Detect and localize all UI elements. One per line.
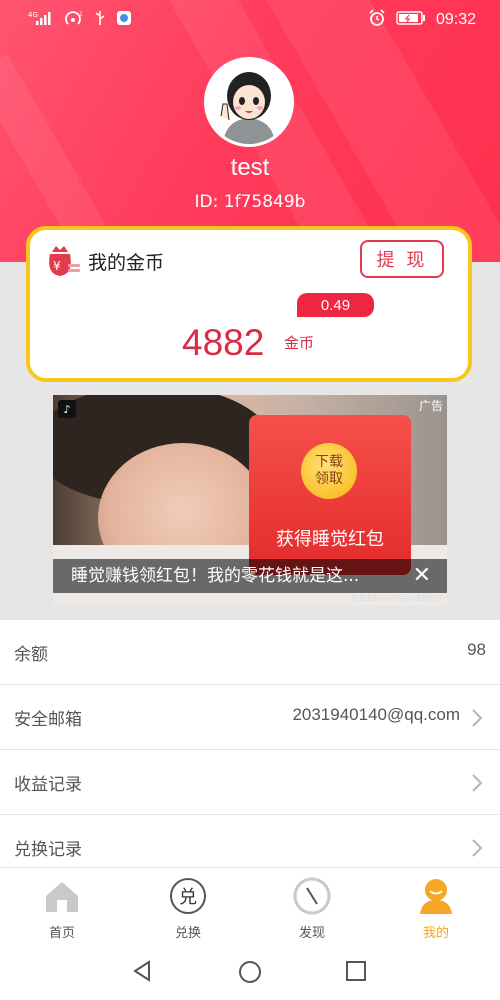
money-bag-icon: ¥ [44, 244, 82, 278]
compass-icon [293, 877, 331, 915]
account-list: 余额 98 安全邮箱 2031940140@qq.com 收益记录 兑换记录 [0, 620, 500, 880]
coin-card-title: 我的金币 [88, 252, 165, 274]
user-id: ID: 1f75849b [194, 192, 306, 212]
home-circle-icon[interactable] [238, 960, 262, 984]
list-item-value: 98 [467, 640, 486, 659]
ad-caption: 睡觉赚钱领红包！我的零花钱就是这... [53, 559, 447, 593]
app-notification-icon [116, 10, 132, 30]
profile-header: 4G 1 09:32 test ID: 1f75849b [0, 0, 500, 262]
alarm-icon [368, 9, 386, 31]
bottom-tab-bar: 首页 兑 兑换 发现 我的 [0, 867, 500, 941]
list-item-label: 余额 [14, 645, 48, 665]
svg-text:¥: ¥ [53, 259, 61, 273]
chevron-right-icon [472, 774, 483, 792]
ad-label: 广告 [418, 399, 443, 413]
red-packet-card[interactable]: 下载 领取 获得睡觉红包 [249, 415, 411, 575]
chevron-right-icon [472, 709, 483, 727]
signal-icon: 4G [28, 10, 54, 30]
tab-label: 我的 [422, 926, 449, 941]
svg-text:4G: 4G [28, 11, 38, 19]
close-icon[interactable]: ✕ [413, 561, 431, 591]
list-item-label: 兑换记录 [14, 840, 82, 860]
system-nav-bar [0, 940, 500, 1000]
list-item-email[interactable]: 安全邮箱 2031940140@qq.com [0, 685, 500, 750]
list-item-label: 安全邮箱 [14, 710, 82, 730]
coin-card: ¥ 我的金币 提 现 0.49 4882 金币 [26, 226, 472, 382]
profile-icon [420, 879, 452, 914]
list-item-balance: 余额 98 [0, 620, 500, 685]
tiktok-logo-icon: ♪ [58, 400, 76, 418]
coin-text-line2: 领取 [315, 471, 343, 487]
list-item-value: 2031940140@qq.com [292, 705, 460, 724]
tab-profile[interactable]: 我的 [396, 876, 476, 941]
battery-icon [396, 10, 426, 30]
username: test [230, 154, 270, 181]
rmb-value-badge: 0.49 [297, 293, 374, 317]
tab-label: 首页 [48, 926, 75, 941]
coin-amount: 4882 [182, 322, 265, 363]
recents-icon[interactable] [346, 961, 366, 981]
ad-banner[interactable]: ♪ 广告 下载 领取 获得睡觉红包 睡觉赚钱领红包！我的零花钱就是这... ✕ 红… [53, 395, 447, 605]
tab-discover[interactable]: 发现 [272, 876, 352, 941]
download-coin-button[interactable]: 下载 领取 [301, 443, 357, 499]
status-bar: 4G 1 09:32 [0, 0, 500, 38]
home-icon [46, 882, 78, 912]
svg-text:1: 1 [79, 11, 83, 18]
tab-exchange[interactable]: 兑 兑换 [148, 876, 228, 941]
usb-icon [94, 10, 106, 30]
coin-unit: 金币 [284, 334, 315, 352]
back-icon[interactable] [132, 960, 152, 982]
tab-home[interactable]: 首页 [22, 876, 102, 941]
tab-label: 发现 [298, 926, 325, 941]
status-time: 09:32 [435, 11, 476, 28]
list-item-earnings[interactable]: 收益记录 [0, 750, 500, 815]
tab-label: 兑换 [174, 926, 201, 941]
withdraw-button[interactable]: 提 现 [360, 240, 444, 278]
hotspot-icon: 1 [64, 10, 84, 30]
exchange-icon: 兑 [170, 878, 206, 914]
list-item-label: 收益记录 [14, 775, 82, 795]
avatar[interactable] [204, 57, 294, 147]
coin-text-line1: 下载 [315, 454, 343, 470]
svg-text:兑: 兑 [179, 887, 197, 908]
ad-footnote: 红包金额以实际活动金额为准 [352, 594, 443, 602]
red-packet-promo-text: 获得睡觉红包 [276, 529, 384, 550]
chevron-right-icon [472, 839, 483, 857]
